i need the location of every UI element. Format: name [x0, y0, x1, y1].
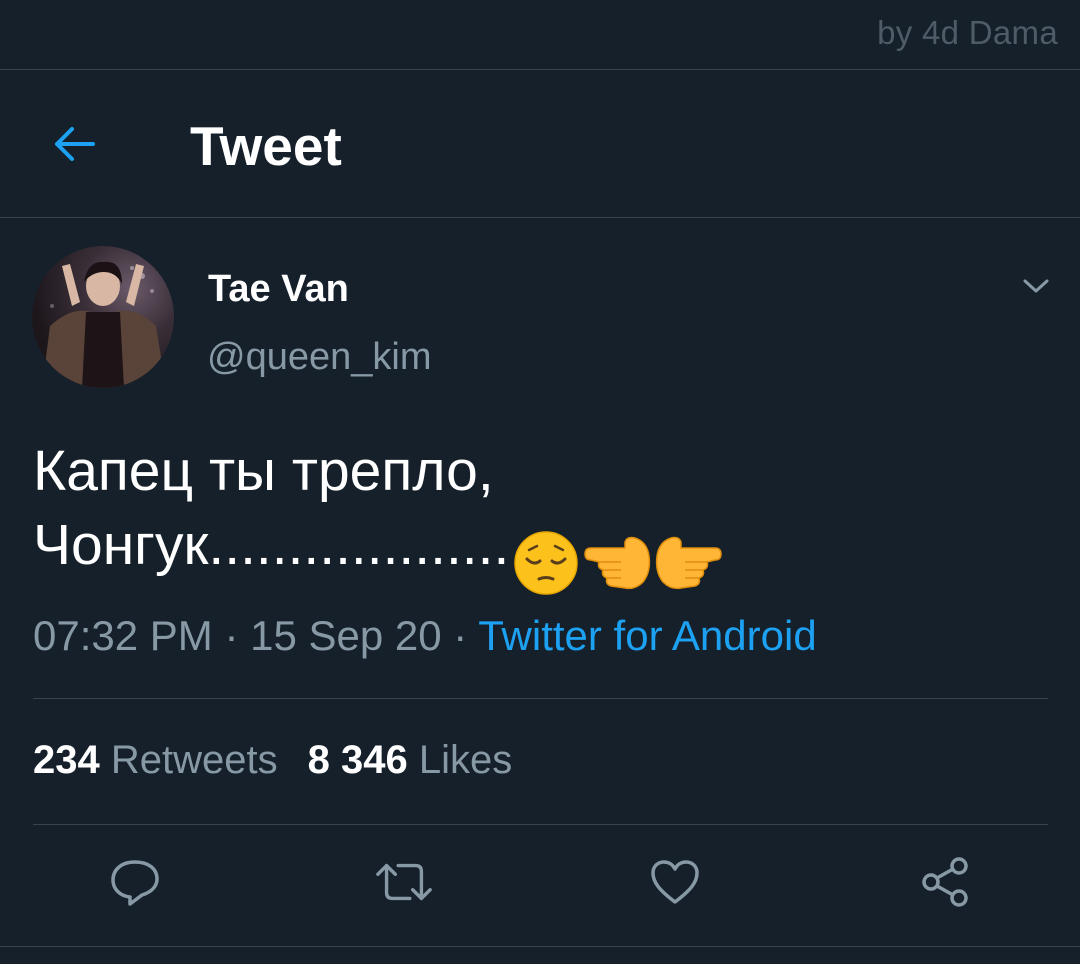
tweet-date: 15 Sep 20: [250, 612, 442, 659]
avatar-image: [42, 261, 166, 388]
share-icon: [922, 857, 968, 907]
tweet-text: Капец ты трепло, Чонгук.................…: [33, 434, 1043, 598]
back-button[interactable]: [46, 118, 102, 170]
retweet-icon: [376, 863, 432, 901]
tweet-stats: 234 Retweets 8 346 Likes: [33, 738, 512, 783]
more-options-button[interactable]: [1018, 268, 1054, 304]
tweet-text-line2: Чонгук...................: [33, 508, 1043, 598]
tweet-source-link[interactable]: Twitter for Android: [478, 612, 816, 659]
reply-button[interactable]: [105, 852, 165, 912]
meta-separator: ·: [212, 612, 251, 659]
tweet-text-line1: Капец ты трепло,: [33, 439, 494, 503]
heart-icon: [651, 860, 699, 904]
page-title: Tweet: [190, 115, 342, 177]
emoji-group: [511, 522, 725, 598]
retweet-button[interactable]: [374, 852, 434, 912]
stats-divider: [33, 824, 1048, 825]
retweets-count: 234: [33, 738, 100, 782]
likes-label: Likes: [418, 738, 513, 782]
watermark: by 4d Dama: [877, 14, 1058, 51]
like-button[interactable]: [645, 852, 705, 912]
tweet-time: 07:32 PM: [33, 612, 213, 659]
retweets-label: Retweets: [110, 738, 278, 782]
retweets-stat[interactable]: 234 Retweets: [33, 738, 278, 782]
reply-icon: [111, 860, 159, 906]
back-arrow-icon: [55, 127, 95, 161]
chevron-down-icon: [1023, 279, 1049, 293]
tweet-text-line2-text: Чонгук...................: [33, 513, 510, 577]
likes-stat[interactable]: 8 346 Likes: [308, 738, 513, 782]
pensive-face-icon: [514, 531, 579, 595]
meta-divider: [33, 698, 1048, 699]
meta-separator: ·: [441, 612, 479, 659]
backhand-index-pointing-left-icon: [584, 536, 651, 590]
tweet-meta: 07:32 PM · 15 Sep 20 · Twitter for Andro…: [33, 612, 817, 660]
bottom-divider: [0, 946, 1080, 947]
author-handle[interactable]: @queen_kim: [207, 336, 431, 379]
header-divider: [0, 217, 1080, 218]
likes-count: 8 346: [307, 738, 408, 782]
tweet-detail-screen: by 4d Dama Tweet Tae Van @queen_kim Капе…: [0, 0, 1080, 964]
avatar[interactable]: [32, 246, 174, 388]
header: Tweet: [0, 70, 1080, 217]
author-name[interactable]: Tae Van: [208, 268, 349, 311]
backhand-index-pointing-right-icon: [656, 536, 723, 590]
share-button[interactable]: [915, 852, 975, 912]
